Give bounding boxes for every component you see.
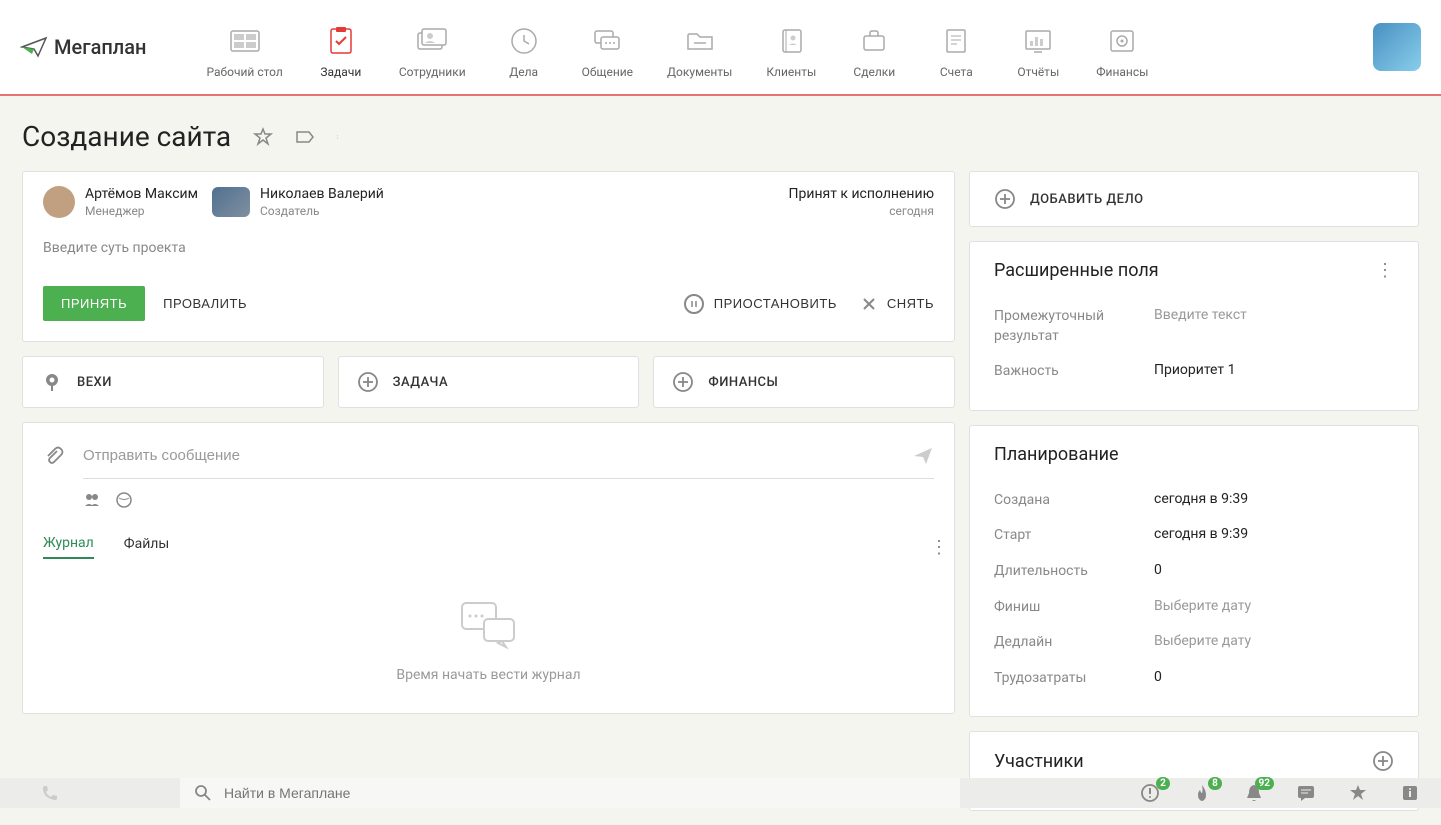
avatar: [212, 187, 250, 217]
people-icon[interactable]: [83, 491, 101, 509]
more-icon[interactable]: [337, 127, 341, 147]
add-deal-button[interactable]: ДОБАВИТЬ ДЕЛО: [969, 171, 1419, 227]
safe-icon: [1098, 23, 1146, 59]
extended-fields-card: Расширенные поля ⋮ Промежуточный результ…: [969, 241, 1419, 411]
info-icon[interactable]: [1399, 782, 1421, 804]
nav-deals[interactable]: Дела: [500, 15, 548, 79]
nav-chat[interactable]: Общение: [582, 15, 633, 79]
logo-icon: [20, 36, 48, 58]
intermediate-result-input[interactable]: Введите текст: [1154, 307, 1394, 323]
star-icon[interactable]: [1347, 782, 1369, 804]
send-icon[interactable]: [912, 445, 934, 467]
pause-button[interactable]: ПРИОСТАНОВИТЬ: [684, 294, 837, 314]
nav-desktop[interactable]: Рабочий стол: [206, 15, 282, 79]
logo-text: Мегаплан: [54, 35, 146, 59]
nav-clients[interactable]: Клиенты: [766, 15, 816, 79]
page-title: Создание сайта: [22, 120, 231, 153]
planning-card: Планирование Созданасегодня в 9:39 Старт…: [969, 425, 1419, 718]
nav-finance[interactable]: Финансы: [1096, 15, 1148, 79]
chart-icon: [1014, 23, 1062, 59]
labor-value[interactable]: 0: [1154, 669, 1394, 685]
briefcase-icon: [850, 23, 898, 59]
plus-circle-icon: [672, 371, 694, 393]
globe-icon[interactable]: [115, 491, 133, 509]
tag-icon[interactable]: [295, 127, 315, 147]
nav-menu: Рабочий стол Задачи Сотрудники Дела Обще…: [206, 15, 1373, 79]
start-value[interactable]: сегодня в 9:39: [1154, 526, 1394, 542]
user-avatar[interactable]: [1373, 23, 1421, 71]
task-header-card: Артёмов Максим Менеджер Николаев Валерий…: [22, 171, 955, 342]
pin-icon: [41, 371, 63, 393]
deadline-input[interactable]: Выберите дату: [1154, 633, 1394, 649]
journal-tab[interactable]: Журнал: [43, 535, 94, 559]
pause-icon: [684, 294, 704, 314]
avatar: [43, 186, 75, 218]
nav-sales[interactable]: Сделки: [850, 15, 898, 79]
phone-icon[interactable]: [20, 784, 80, 802]
bell-icon[interactable]: 92: [1243, 782, 1265, 804]
journal-more-icon[interactable]: ⋮: [930, 537, 934, 558]
remove-button[interactable]: СНЯТЬ: [861, 294, 934, 314]
finance-tab[interactable]: ФИНАНСЫ: [653, 356, 955, 408]
top-nav: Мегаплан Рабочий стол Задачи Сотрудники …: [0, 0, 1441, 96]
close-icon: [861, 296, 877, 312]
message-input[interactable]: [83, 441, 894, 470]
title-bar: Создание сайта: [0, 96, 1441, 171]
more-icon[interactable]: ⋮: [1376, 262, 1394, 280]
finish-input[interactable]: Выберите дату: [1154, 598, 1394, 614]
search-input[interactable]: [224, 785, 946, 801]
clock-icon: [500, 23, 548, 59]
desktop-icon: [221, 23, 269, 59]
plus-circle-icon: [357, 371, 379, 393]
priority-value[interactable]: Приоритет 1: [1154, 362, 1394, 378]
person-manager[interactable]: Артёмов Максим Менеджер: [43, 186, 198, 218]
message-card: Журнал Файлы ⋮ Время начать вести журнал: [22, 422, 955, 714]
duration-value[interactable]: 0: [1154, 562, 1394, 578]
chat-icon: [583, 23, 631, 59]
folder-icon: [676, 23, 724, 59]
invoice-icon: [932, 23, 980, 59]
bottom-bar: 2 8 92: [0, 778, 1441, 808]
files-tab[interactable]: Файлы: [124, 536, 169, 558]
nav-employees[interactable]: Сотрудники: [399, 15, 466, 79]
fail-button[interactable]: ПРОВАЛИТЬ: [163, 286, 247, 321]
nav-reports[interactable]: Отчёты: [1014, 15, 1062, 79]
accept-button[interactable]: ПРИНЯТЬ: [43, 286, 145, 321]
star-icon[interactable]: [253, 127, 273, 147]
search-bar[interactable]: [180, 778, 960, 808]
logo[interactable]: Мегаплан: [20, 35, 146, 59]
task-tab[interactable]: ЗАДАЧА: [338, 356, 640, 408]
attach-icon[interactable]: [43, 445, 65, 467]
employees-icon: [408, 23, 456, 59]
person-creator[interactable]: Николаев Валерий Создатель: [212, 186, 384, 218]
search-icon: [194, 784, 212, 802]
milestones-tab[interactable]: ВЕХИ: [22, 356, 324, 408]
tasks-icon: [317, 23, 365, 59]
fire-icon[interactable]: 8: [1191, 782, 1213, 804]
nav-invoices[interactable]: Счета: [932, 15, 980, 79]
journal-empty: Время начать вести журнал: [43, 559, 934, 693]
plus-circle-icon: [994, 188, 1016, 210]
description-placeholder[interactable]: Введите суть проекта: [23, 232, 954, 274]
nav-documents[interactable]: Документы: [667, 15, 732, 79]
add-participant-icon[interactable]: [1372, 750, 1394, 772]
nav-tasks[interactable]: Задачи: [317, 15, 365, 79]
alert-icon[interactable]: 2: [1139, 782, 1161, 804]
status-block: Принят к исполнению сегодня: [789, 186, 934, 218]
message-icon[interactable]: [1295, 782, 1317, 804]
book-icon: [767, 23, 815, 59]
